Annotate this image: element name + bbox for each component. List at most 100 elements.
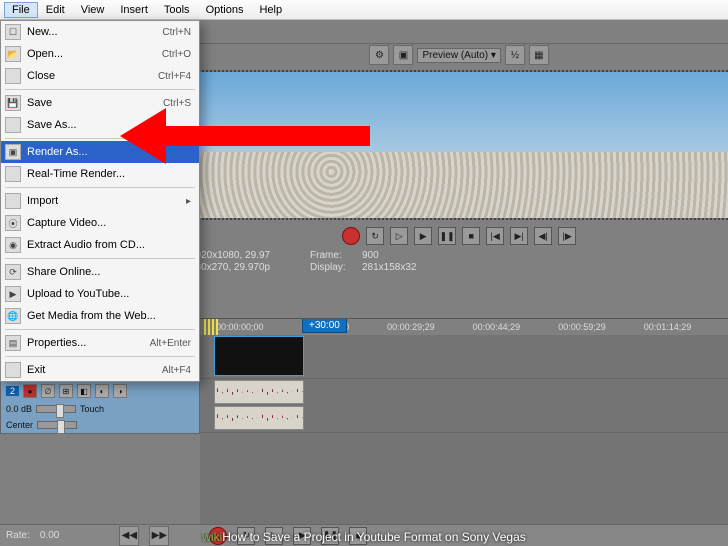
display-label: Display: bbox=[310, 262, 362, 273]
ruler-mark: 00:00:44;29 bbox=[473, 322, 521, 332]
preview-value: 480x270, 29.970p bbox=[190, 262, 310, 273]
menu-item-get-media-from-the-web[interactable]: 🌐 Get Media from the Web... bbox=[1, 305, 199, 327]
preview-info: Project: 1920x1080, 29.97 Frame: 900 Pre… bbox=[126, 248, 728, 275]
next-frame-button[interactable]: |▶ bbox=[558, 227, 576, 245]
play-button[interactable]: ▶ bbox=[414, 227, 432, 245]
menu-edit[interactable]: Edit bbox=[38, 2, 73, 18]
menu-item-label: Close bbox=[27, 70, 152, 82]
region-markers bbox=[204, 319, 218, 335]
pan-label: Center bbox=[6, 420, 33, 430]
transport-controls: ↻ ▷ ▶ ❚❚ ■ |◀ ▶| ◀| |▶ bbox=[126, 224, 728, 248]
track-lanes[interactable]: -Inf.121824303642 bbox=[200, 335, 728, 546]
menu-item-icon: ⟳ bbox=[5, 264, 21, 280]
menu-insert[interactable]: Insert bbox=[112, 2, 156, 18]
menu-item-icon: ▶ bbox=[5, 286, 21, 302]
menu-item-label: Real-Time Render... bbox=[27, 168, 185, 180]
audio-track-header[interactable]: 2 ● ∅ ⊞ ◧ ◐ ◑ 0.0 dB Touch bbox=[0, 380, 200, 434]
menu-item-label: Share Online... bbox=[27, 266, 185, 278]
mute-icon[interactable]: ◐ bbox=[95, 384, 109, 398]
go-end-button[interactable]: ▶| bbox=[510, 227, 528, 245]
preview-settings-icon[interactable]: ⚙ bbox=[369, 45, 389, 65]
vol-slider[interactable] bbox=[36, 405, 76, 413]
menu-item-new[interactable]: ☐ New... Ctrl+N bbox=[1, 21, 199, 43]
loop-button[interactable]: ↻ bbox=[366, 227, 384, 245]
menu-item-real-time-render[interactable]: Real-Time Render... bbox=[1, 163, 199, 185]
video-clip[interactable] bbox=[214, 336, 304, 376]
menu-item-open[interactable]: 📂Open...Ctrl+O bbox=[1, 43, 199, 65]
menu-item-label: Extract Audio from CD... bbox=[27, 239, 185, 251]
preview-overlay-icon[interactable]: ▦ bbox=[529, 45, 549, 65]
go-start-button[interactable]: |◀ bbox=[486, 227, 504, 245]
track-fx-icon[interactable]: ⊞ bbox=[59, 384, 73, 398]
menu-tools[interactable]: Tools bbox=[156, 2, 198, 18]
menu-item-share-online[interactable]: ⟳ Share Online... bbox=[1, 261, 199, 283]
menu-item-label: Upload to YouTube... bbox=[27, 288, 185, 300]
record-button[interactable] bbox=[342, 227, 360, 245]
pan-slider[interactable] bbox=[37, 421, 77, 429]
vol-label: 0.0 dB bbox=[6, 404, 32, 414]
menu-item-shortcut: Alt+Enter bbox=[150, 338, 191, 349]
menu-item-icon: ☐ bbox=[5, 24, 21, 40]
audio-track-lane[interactable] bbox=[200, 379, 728, 433]
ruler-mark: 00:01:14;29 bbox=[644, 322, 692, 332]
menu-item-shortcut: Ctrl+N bbox=[162, 27, 191, 38]
menu-item-icon bbox=[5, 68, 21, 84]
menu-item-icon: 📂 bbox=[5, 46, 21, 62]
menu-item-shortcut: ▸ bbox=[186, 196, 191, 207]
menu-item-icon: ▤ bbox=[5, 335, 21, 351]
solo-icon[interactable]: ◑ bbox=[113, 384, 127, 398]
menu-item-shortcut: Ctrl+S bbox=[163, 98, 191, 109]
preview-external-icon[interactable]: ▣ bbox=[393, 45, 413, 65]
ruler-mark: 00:00:00;00 bbox=[216, 322, 264, 332]
menu-help[interactable]: Help bbox=[251, 2, 290, 18]
frame-label: Frame: bbox=[310, 250, 362, 261]
menu-item-shortcut: Alt+F4 bbox=[162, 365, 191, 376]
automation-icon[interactable]: ◧ bbox=[77, 384, 91, 398]
ruler-mark: 00:00:59;29 bbox=[558, 322, 606, 332]
preview-quality-dropdown[interactable]: Preview (Auto) ▾ bbox=[417, 48, 500, 63]
menu-item-icon: 🌐 bbox=[5, 308, 21, 324]
video-track-lane[interactable] bbox=[200, 335, 728, 379]
menu-item-icon: ▣ bbox=[5, 144, 21, 160]
arm-record-icon[interactable]: ● bbox=[23, 384, 37, 398]
menu-view[interactable]: View bbox=[73, 2, 113, 18]
audio-clip-right[interactable] bbox=[214, 406, 304, 430]
menu-item-extract-audio-from-cd[interactable]: ◉ Extract Audio from CD... bbox=[1, 234, 199, 256]
menu-item-capture-video[interactable]: ⦿Capture Video... bbox=[1, 212, 199, 234]
menu-item-import[interactable]: Import ▸ bbox=[1, 190, 199, 212]
prev-frame-button[interactable]: ◀| bbox=[534, 227, 552, 245]
menu-item-exit[interactable]: ExitAlt+F4 bbox=[1, 359, 199, 381]
project-value: 1920x1080, 29.97 bbox=[190, 250, 310, 261]
pause-button[interactable]: ❚❚ bbox=[438, 227, 456, 245]
menu-options[interactable]: Options bbox=[198, 2, 252, 18]
file-menu-dropdown: ☐ New... Ctrl+N 📂Open...Ctrl+O Close Ctrl+F4 💾… bbox=[0, 20, 200, 382]
menu-item-close[interactable]: Close Ctrl+F4 bbox=[1, 65, 199, 87]
menu-item-properties[interactable]: ▤ Properties... Alt+Enter bbox=[1, 332, 199, 354]
menu-item-icon: 💾 bbox=[5, 95, 21, 111]
play-start-button[interactable]: ▷ bbox=[390, 227, 408, 245]
menu-item-label: Get Media from the Web... bbox=[27, 310, 185, 322]
menu-item-shortcut: Ctrl+F4 bbox=[158, 71, 191, 82]
menu-item-icon bbox=[5, 362, 21, 378]
audio-clip-left[interactable] bbox=[214, 380, 304, 404]
menu-item-label: Import bbox=[27, 195, 180, 207]
display-value: 281x158x32 bbox=[362, 262, 442, 273]
frame-value: 900 bbox=[362, 250, 442, 261]
track-number: 2 bbox=[6, 386, 19, 396]
menu-item-icon bbox=[5, 193, 21, 209]
menu-item-label: Properties... bbox=[27, 337, 144, 349]
menu-file[interactable]: File bbox=[4, 2, 38, 18]
touch-mode-label[interactable]: Touch bbox=[80, 404, 104, 414]
annotation-arrow bbox=[120, 108, 370, 164]
menu-item-icon bbox=[5, 166, 21, 182]
menu-item-upload-to-youtube[interactable]: ▶ Upload to YouTube... bbox=[1, 283, 199, 305]
video-preview-panel: ⚙ ▣ Preview (Auto) ▾ ½ ▦ ↻ ▷ ▶ ❚❚ bbox=[126, 44, 728, 318]
menu-item-shortcut: Ctrl+O bbox=[162, 49, 191, 60]
menu-item-label: New... bbox=[27, 26, 156, 38]
menu-item-icon bbox=[5, 117, 21, 133]
invert-phase-icon[interactable]: ∅ bbox=[41, 384, 55, 398]
menu-item-icon: ◉ bbox=[5, 237, 21, 253]
menu-item-label: Capture Video... bbox=[27, 217, 185, 229]
preview-half-button[interactable]: ½ bbox=[505, 45, 525, 65]
stop-button[interactable]: ■ bbox=[462, 227, 480, 245]
